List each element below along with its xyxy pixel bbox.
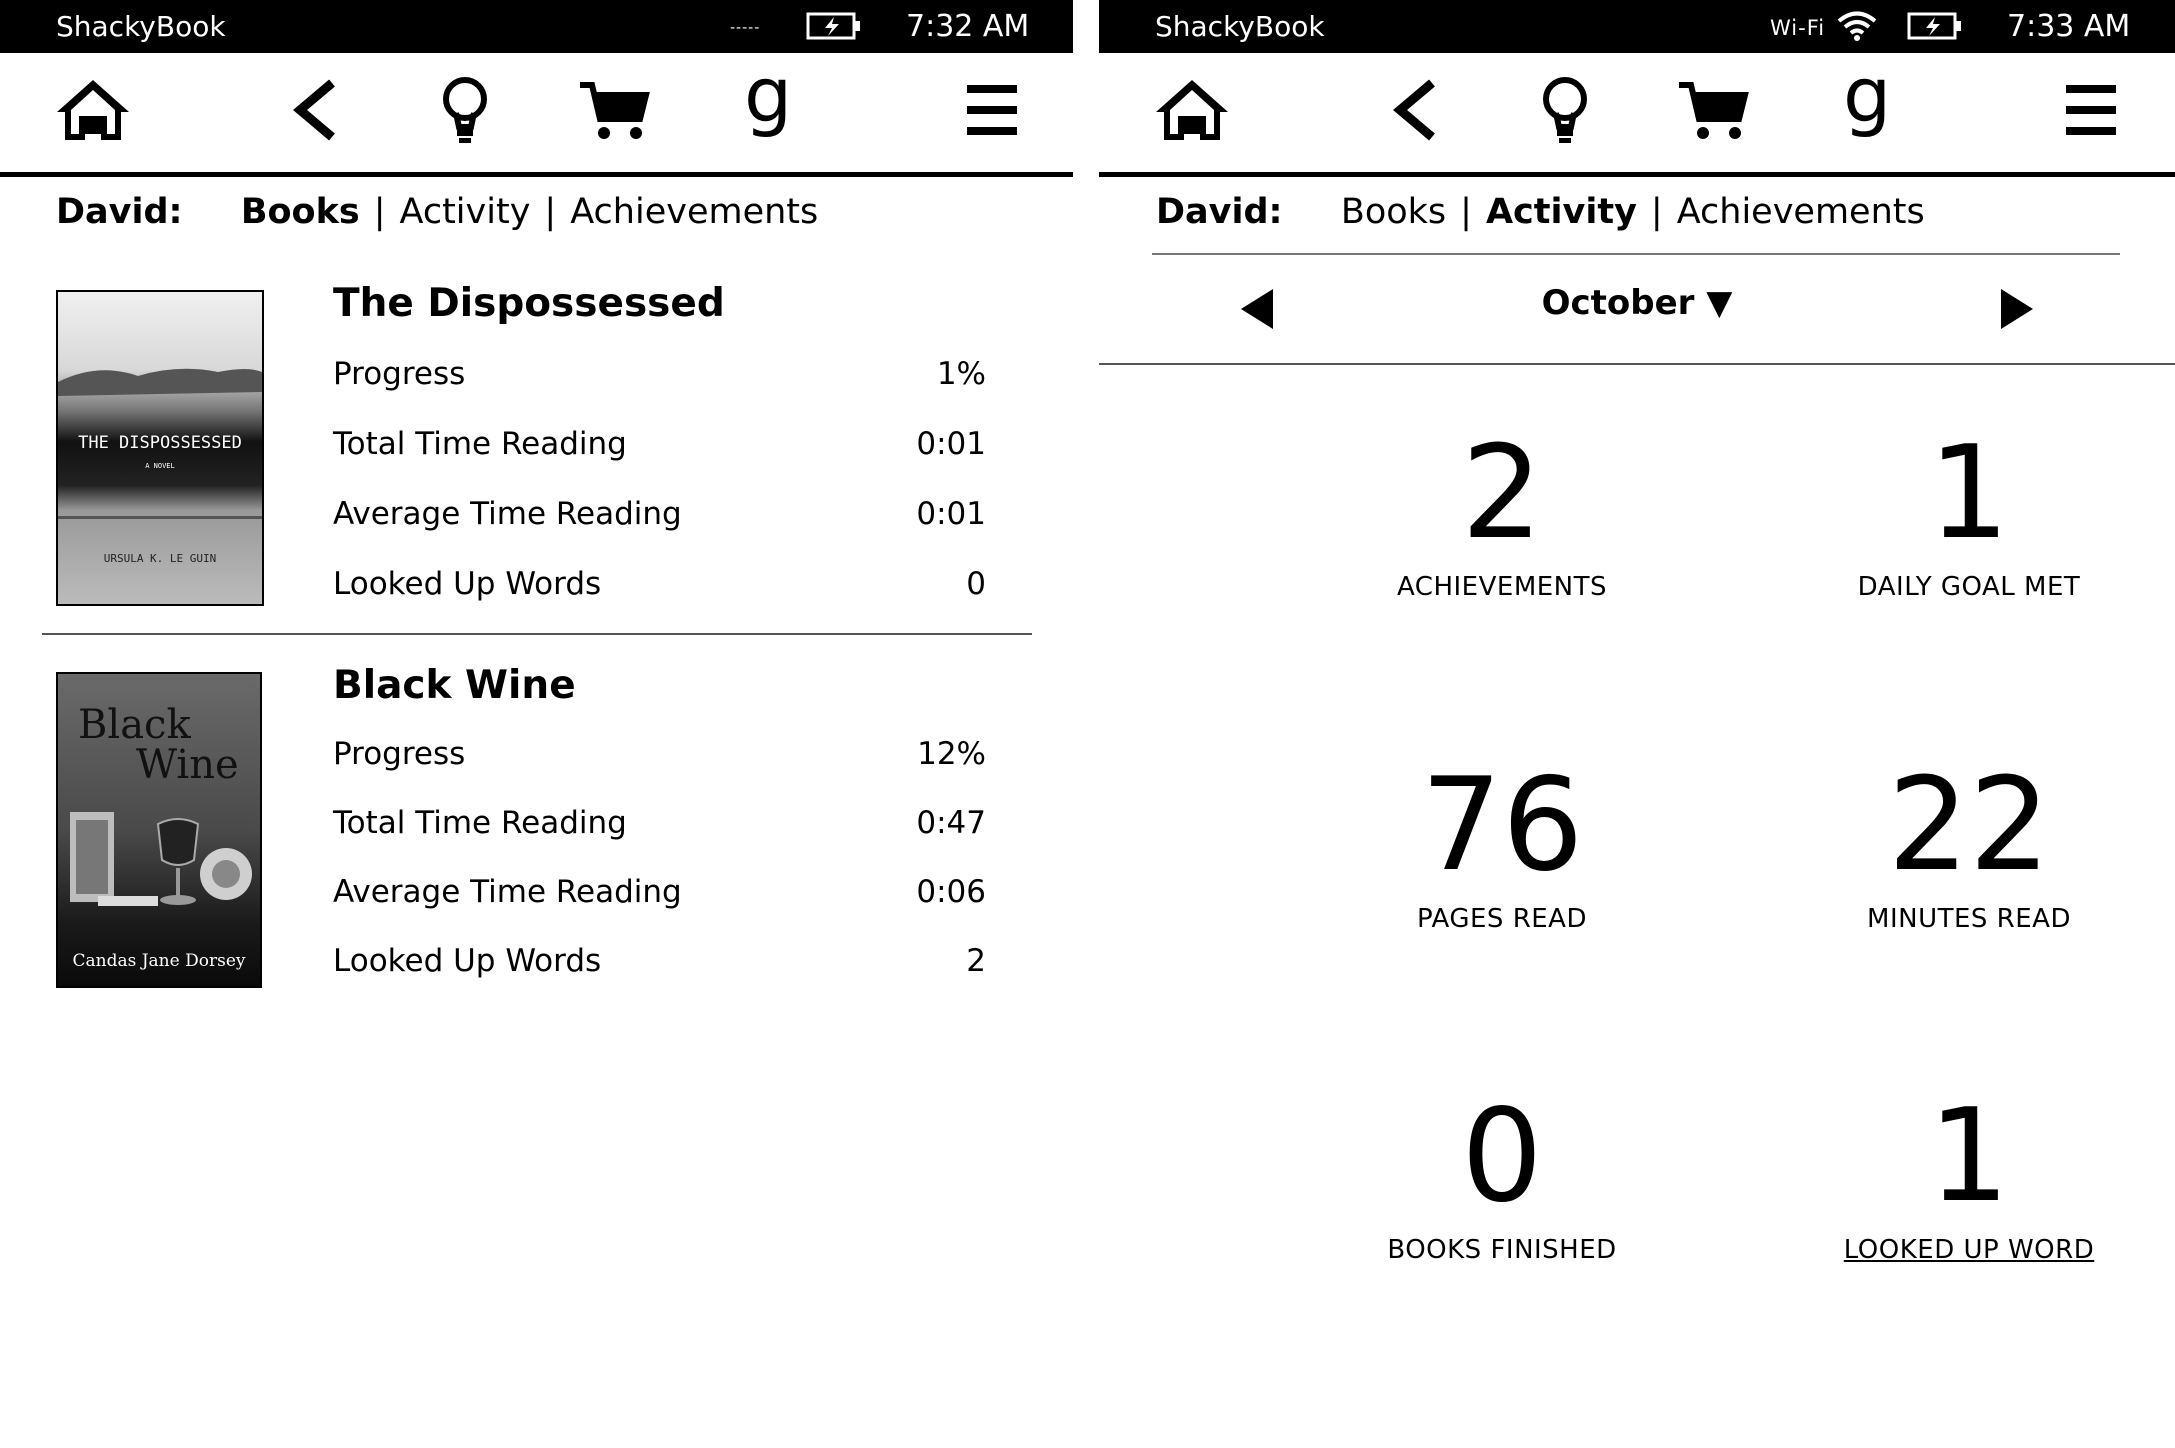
battery-charging-icon — [1907, 10, 1965, 46]
cart-icon[interactable] — [1677, 79, 1749, 147]
activity-screen: ShackyBook Wi-Fi 7:33 AM g David: Books … — [1099, 0, 2175, 1448]
device-name: ShackyBook — [56, 10, 226, 43]
svg-text:g: g — [744, 67, 790, 139]
lightbulb-icon[interactable] — [439, 75, 491, 149]
stat-value-looked-up-words: 0 — [966, 566, 986, 602]
stat-value-total-time: 0:01 — [916, 426, 986, 462]
tab-separator: | — [544, 192, 557, 232]
metric-label: MINUTES READ — [1867, 904, 2071, 934]
profile-tabs: David: Books | Activity | Achievements — [1156, 192, 1925, 232]
toolbar: g — [0, 50, 1073, 177]
status-bar: ShackyBook ----- 7:32 AM — [0, 0, 1073, 53]
cover-title-line2: Wine — [136, 742, 239, 788]
stat-label-average-time: Average Time Reading — [333, 496, 682, 532]
divider — [42, 633, 1032, 635]
tab-achievements[interactable]: Achievements — [570, 192, 818, 232]
stat-value-total-time: 0:47 — [916, 805, 986, 841]
cart-icon[interactable] — [578, 79, 650, 147]
books-screen: ShackyBook ----- 7:32 AM g David: Books |… — [0, 0, 1073, 1448]
metric-value: 2 — [1461, 419, 1543, 568]
profile-owner: David: — [56, 192, 183, 232]
tab-separator: | — [373, 192, 386, 232]
metric-achievements: 2 ACHIEVEMENTS — [1242, 419, 1762, 603]
goodreads-icon[interactable]: g — [1839, 50, 1891, 153]
stat-label-total-time: Total Time Reading — [333, 426, 627, 462]
metric-value: 76 — [1420, 751, 1584, 900]
stat-label-total-time: Total Time Reading — [333, 805, 627, 841]
looked-up-word-link[interactable]: LOOKED UP WORD — [1709, 1235, 2175, 1265]
book-cover[interactable]: THE DISPOSSESSED A NOVEL URSULA K. LE GU… — [56, 290, 264, 606]
stat-value-progress: 12% — [917, 736, 986, 772]
metric-daily-goal-met: 1 DAILY GOAL MET — [1709, 419, 2175, 603]
cover-title: THE DISPOSSESSED — [78, 433, 242, 453]
book-title[interactable]: Black Wine — [333, 663, 576, 708]
arrow-right-icon[interactable] — [1999, 287, 2035, 335]
stat-label-progress: Progress — [333, 736, 466, 772]
menu-icon[interactable] — [2066, 85, 2116, 139]
cover-author: URSULA K. LE GUIN — [104, 552, 217, 565]
stat-label-looked-up-words: Looked Up Words — [333, 943, 602, 979]
metric-value: 1 — [1928, 1082, 2010, 1231]
clock: 7:32 AM — [906, 9, 1030, 44]
stat-label-average-time: Average Time Reading — [333, 874, 682, 910]
home-icon[interactable] — [55, 76, 131, 146]
tab-books[interactable]: Books — [1341, 192, 1446, 232]
menu-icon[interactable] — [967, 85, 1017, 139]
wifi-label: Wi-Fi — [1770, 16, 1826, 40]
book-cover[interactable]: Black Wine Candas Jane Dorsey — [56, 672, 262, 988]
cover-author: Candas Jane Dorsey — [73, 951, 246, 971]
stat-value-looked-up-words: 2 — [966, 943, 986, 979]
stat-value-average-time: 0:01 — [916, 496, 986, 532]
back-icon[interactable] — [292, 79, 338, 145]
home-icon[interactable] — [1154, 76, 1230, 146]
tab-separator: | — [1650, 192, 1663, 232]
tab-activity[interactable]: Activity — [1486, 192, 1637, 232]
metric-value: 22 — [1887, 751, 2051, 900]
clock: 7:33 AM — [2007, 9, 2131, 44]
lightbulb-icon[interactable] — [1539, 75, 1591, 149]
metric-label: DAILY GOAL MET — [1857, 572, 2081, 602]
cover-subtitle: A NOVEL — [145, 462, 175, 470]
metric-label: PAGES READ — [1417, 904, 1587, 934]
svg-text:g: g — [1843, 67, 1889, 139]
stat-value-progress: 1% — [936, 356, 986, 392]
metric-label: ACHIEVEMENTS — [1396, 572, 1608, 602]
tab-books[interactable]: Books — [241, 192, 360, 232]
profile-owner: David: — [1156, 192, 1283, 232]
profile-tabs: David: Books | Activity | Achievements — [56, 192, 818, 232]
stat-label-progress: Progress — [333, 356, 466, 392]
wifi-off-indicator: ----- — [730, 20, 761, 36]
tab-achievements[interactable]: Achievements — [1677, 192, 1925, 232]
wifi-icon — [1837, 10, 1877, 46]
tab-separator: | — [1460, 192, 1472, 232]
battery-charging-icon — [806, 10, 864, 46]
metric-books-finished: 0 BOOKS FINISHED — [1242, 1082, 1762, 1266]
goodreads-icon[interactable]: g — [740, 50, 792, 153]
metric-minutes-read: 22 MINUTES READ — [1709, 751, 2175, 935]
toolbar: g — [1099, 50, 2175, 177]
tab-activity[interactable]: Activity — [400, 192, 531, 232]
metric-looked-up-word[interactable]: 1 LOOKED UP WORD — [1709, 1082, 2175, 1266]
back-icon[interactable] — [1392, 79, 1438, 145]
status-bar: ShackyBook Wi-Fi 7:33 AM — [1099, 0, 2175, 53]
book-title[interactable]: The Dispossessed — [333, 281, 725, 326]
stat-label-looked-up-words: Looked Up Words — [333, 566, 602, 602]
metric-pages-read: 76 PAGES READ — [1242, 751, 1762, 935]
stat-value-average-time: 0:06 — [916, 874, 986, 910]
device-name: ShackyBook — [1155, 10, 1325, 43]
metric-value: 0 — [1461, 1082, 1543, 1231]
metric-value: 1 — [1928, 419, 2010, 568]
metric-label: BOOKS FINISHED — [1387, 1235, 1617, 1265]
month-selector: October ▼ — [1099, 255, 2175, 365]
